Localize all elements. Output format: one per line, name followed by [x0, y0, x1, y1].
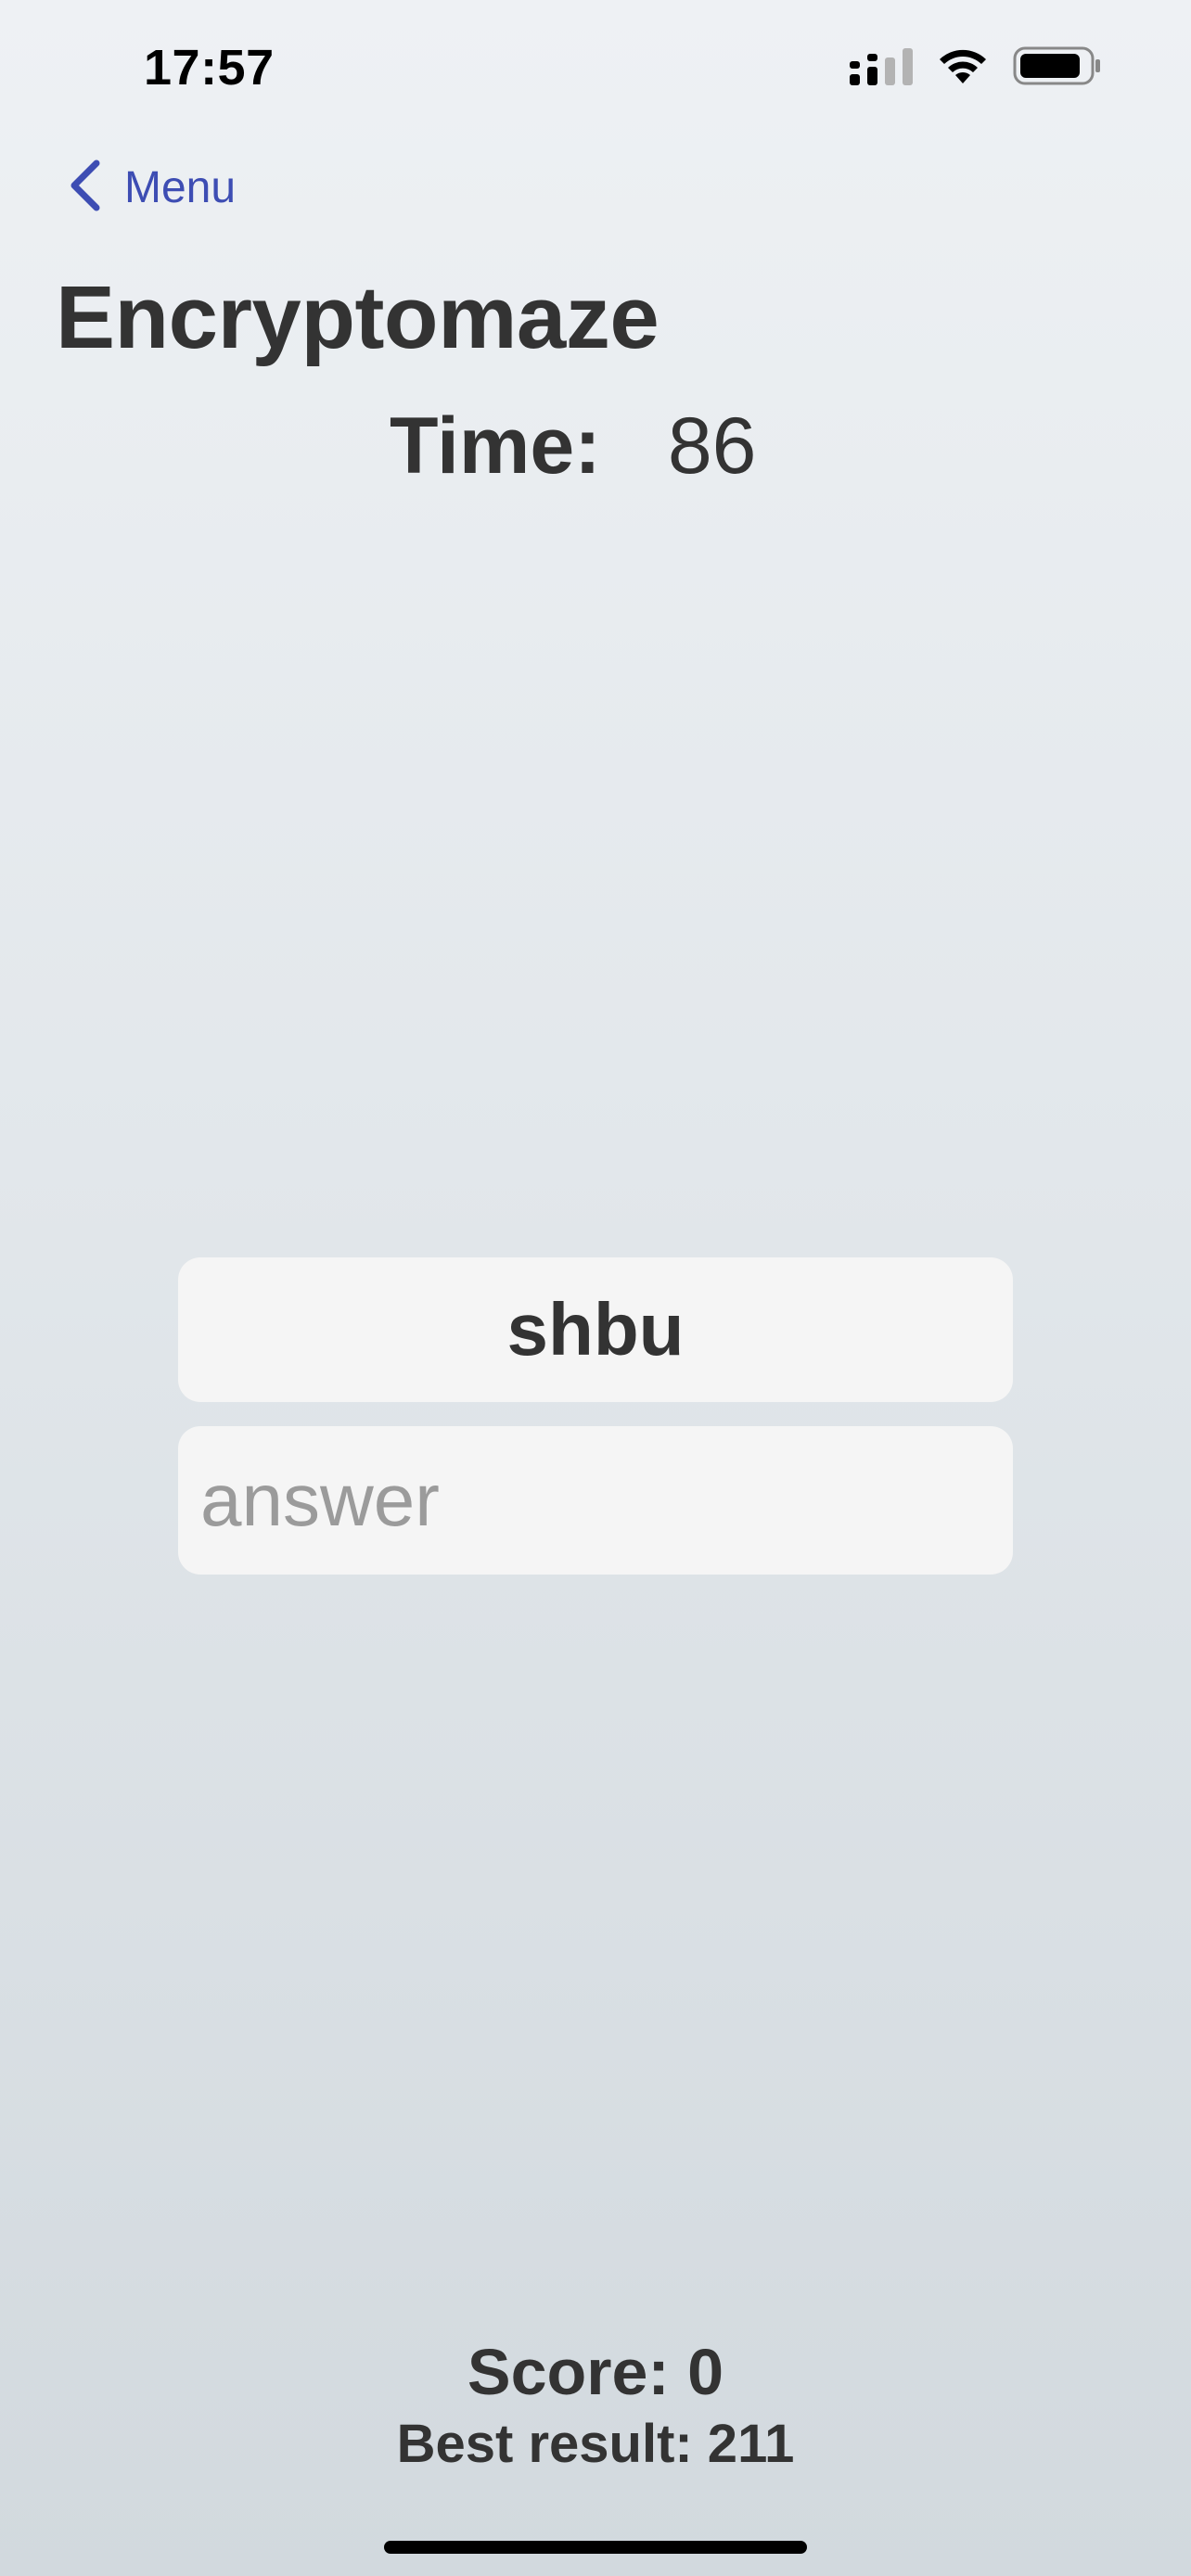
best-result-text: Best result: 211	[396, 2414, 795, 2474]
timer: Time: 86	[390, 401, 756, 492]
encrypted-word-card: shbu	[178, 1257, 1013, 1402]
home-indicator[interactable]	[384, 2541, 807, 2554]
chevron-left-icon	[67, 159, 104, 216]
timer-label: Time:	[390, 402, 601, 491]
back-button[interactable]: Menu	[67, 159, 236, 216]
score-text: Score: 0	[467, 2336, 724, 2408]
wifi-icon	[935, 45, 991, 85]
encrypted-word: shbu	[506, 1288, 685, 1371]
status-icons	[850, 45, 1102, 85]
answer-input[interactable]	[178, 1426, 1013, 1575]
back-button-label: Menu	[124, 163, 237, 212]
status-bar: 17:57	[0, 0, 1191, 139]
page-title: Encryptomaze	[56, 268, 660, 367]
cellular-signal-icon	[850, 45, 913, 85]
battery-icon	[1013, 45, 1102, 85]
status-time: 17:57	[144, 40, 275, 96]
timer-value: 86	[667, 402, 757, 491]
